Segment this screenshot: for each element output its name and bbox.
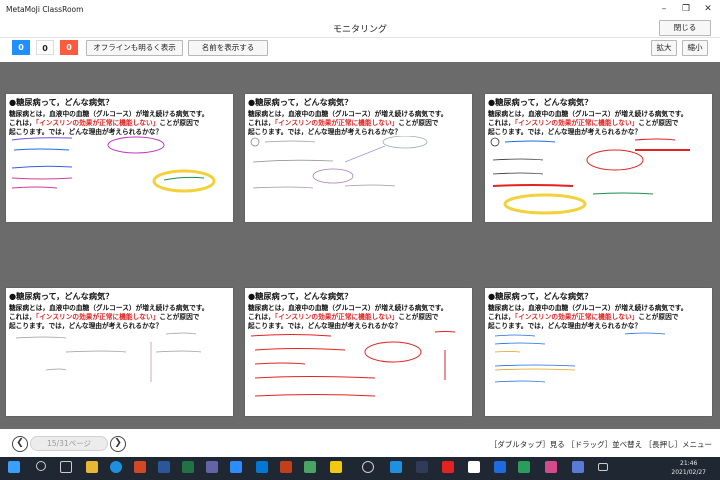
handwriting-strokes — [15, 332, 202, 382]
sticky-notes-icon[interactable] — [330, 461, 342, 473]
app-blue-icon[interactable] — [390, 461, 402, 473]
question-line-3: 起こります。では，どんな理由が考えられるかな？ — [248, 322, 402, 330]
app-pink-icon[interactable] — [545, 461, 557, 473]
question-line-3: 起こります。では，どんな理由が考えられるかな？ — [248, 128, 402, 136]
zoom-icon[interactable] — [230, 461, 242, 473]
media-icon[interactable] — [280, 461, 292, 473]
clock-date: 2021/02/27 — [671, 469, 706, 476]
counter-white[interactable]: 0 — [36, 40, 54, 55]
edge-icon[interactable] — [110, 461, 122, 473]
file-explorer-icon[interactable] — [86, 461, 98, 473]
search-icon[interactable] — [36, 461, 46, 471]
handwriting-strokes — [490, 137, 690, 215]
question-title: ●糖尿病って，どんな病気？ — [488, 291, 593, 301]
powerpoint-icon[interactable] — [134, 461, 146, 473]
restore-icon[interactable]: ❐ — [678, 2, 694, 16]
metamoji-icon[interactable] — [442, 461, 454, 473]
close-window-icon[interactable]: ✕ — [700, 2, 716, 16]
student-card-4[interactable]: ●糖尿病って，どんな病気？ 糖尿病とは，血液中の血糖（グルコース）が増え続ける病… — [6, 288, 233, 416]
student-card-2[interactable]: ●糖尿病って，どんな病気？ 糖尿病とは，血液中の血糖（グルコース）が増え続ける病… — [245, 94, 472, 222]
app-title: MetaMoJi ClassRoom — [6, 5, 84, 14]
student-card-6[interactable]: ●糖尿病って，どんな病気？ 糖尿病とは，血液中の血糖（グルコース）が増え続ける病… — [485, 288, 712, 416]
next-page-button[interactable]: ❯ — [110, 436, 126, 452]
app-green-icon[interactable] — [304, 461, 316, 473]
help-text: ［ダブルタップ］見る ［ドラッグ］並べ替え ［長押し］メニュー — [489, 440, 712, 449]
question-title: ●糖尿病って，どんな病気？ — [9, 291, 114, 301]
settings-gear-icon[interactable] — [362, 461, 374, 473]
question-line-3: 起こります。では，どんな理由が考えられるかな？ — [9, 128, 163, 136]
app-green2-icon[interactable] — [518, 461, 530, 473]
question-line-3: 起こります。では，どんな理由が考えられるかな？ — [488, 322, 642, 330]
word-icon[interactable] — [158, 461, 170, 473]
clock[interactable]: 21:46 2021/02/27 — [671, 459, 706, 477]
question-title: ●糖尿病って，どんな病気？ — [9, 97, 114, 107]
teams-icon[interactable] — [206, 461, 218, 473]
windows-start-icon[interactable] — [8, 461, 20, 473]
student-card-3[interactable]: ●糖尿病って，どんな病気？ 糖尿病とは，血液中の血糖（グルコース）が増え続ける病… — [485, 94, 712, 222]
screen-title: モニタリング — [332, 25, 387, 35]
zoom-in-button[interactable]: 拡大 — [651, 40, 677, 56]
show-names-button[interactable]: 名前を表示する — [188, 40, 268, 56]
task-view-icon[interactable] — [60, 461, 72, 473]
question-line-3: 起こります。では，どんな理由が考えられるかな？ — [488, 128, 642, 136]
screen-header: モニタリング 閉じる — [0, 18, 720, 38]
chevron-left-icon: ❮ — [16, 438, 24, 448]
mail-icon[interactable] — [256, 461, 268, 473]
counter-red[interactable]: 0 — [60, 40, 78, 55]
handwriting-strokes — [250, 136, 428, 189]
zoom-out-button[interactable]: 縮小 — [682, 40, 708, 56]
counter-blue[interactable]: 0 — [12, 40, 30, 55]
chevron-right-icon: ❯ — [114, 438, 122, 448]
app-purple-icon[interactable] — [572, 461, 584, 473]
handwriting-strokes — [11, 136, 216, 193]
page-indicator: 15/31ページ — [30, 436, 108, 451]
prev-page-button[interactable]: ❮ — [12, 436, 28, 452]
show-offline-button[interactable]: オフラインも明るく表示 — [86, 40, 183, 56]
app-blue2-icon[interactable] — [494, 461, 506, 473]
app-dark-icon[interactable] — [416, 461, 428, 473]
window-titlebar: MetaMoJi ClassRoom – ❐ ✕ — [0, 0, 720, 18]
taskbar — [0, 457, 720, 480]
question-line-3: 起こります。では，どんな理由が考えられるかな？ — [9, 322, 163, 330]
question-title: ●糖尿病って，どんな病気？ — [248, 291, 353, 301]
question-title: ●糖尿病って，どんな病気？ — [488, 97, 593, 107]
system-tray-icon[interactable] — [598, 463, 608, 471]
close-button[interactable]: 閉じる — [659, 20, 711, 36]
excel-icon[interactable] — [182, 461, 194, 473]
app-white-icon[interactable] — [468, 461, 480, 473]
student-card-5[interactable]: ●糖尿病って，どんな病気？ 糖尿病とは，血液中の血糖（グルコース）が増え続ける病… — [245, 288, 472, 416]
question-title: ●糖尿病って，どんな病気？ — [248, 97, 353, 107]
minimize-icon[interactable]: – — [656, 2, 672, 16]
handwriting-strokes — [250, 331, 456, 397]
clock-time: 21:46 — [680, 460, 698, 467]
student-card-1[interactable]: ●糖尿病って，どんな病気？ 糖尿病とは，血液中の血糖（グルコース）が増え続ける病… — [6, 94, 233, 222]
handwriting-strokes — [494, 332, 666, 383]
